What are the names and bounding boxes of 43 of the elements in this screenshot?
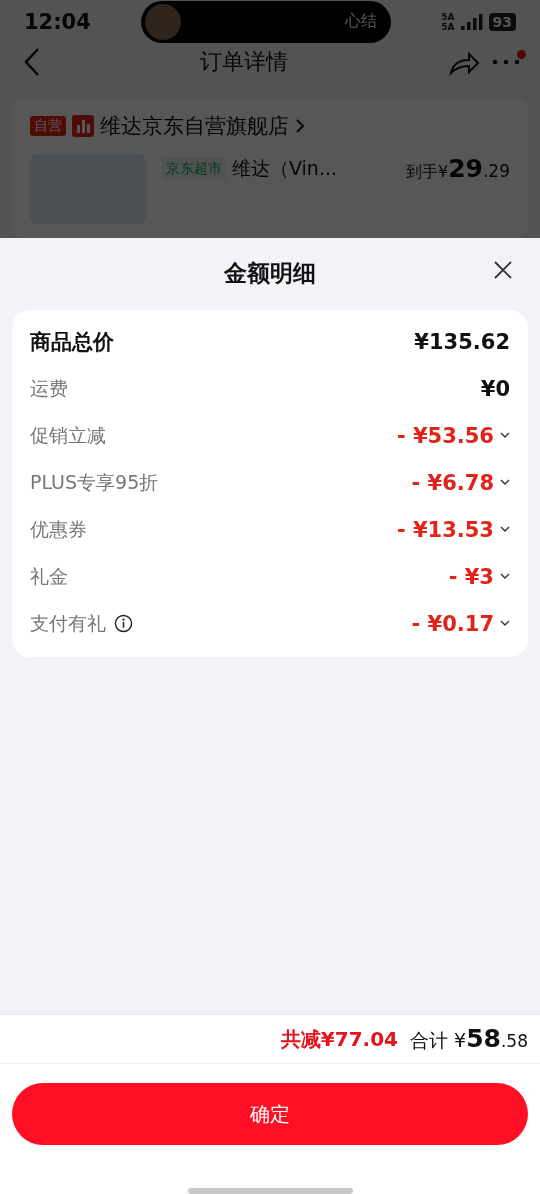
back-icon[interactable] xyxy=(24,47,40,78)
info-icon[interactable] xyxy=(114,614,133,633)
network-label: 5A xyxy=(441,11,455,22)
fee-amount: - ¥0.17 xyxy=(411,611,494,636)
close-button[interactable] xyxy=(494,261,512,279)
more-icon[interactable] xyxy=(492,58,520,67)
fee-label: 商品总价 xyxy=(30,328,114,356)
fee-label: PLUS专享95折 xyxy=(30,469,159,495)
island-text: 心结 xyxy=(345,11,378,33)
chevron-down-icon[interactable] xyxy=(500,573,510,580)
chevron-right-icon[interactable] xyxy=(295,118,305,134)
chevron-down-icon[interactable] xyxy=(500,432,510,439)
signal-icon xyxy=(460,13,483,30)
supermarket-tag: 京东超市 xyxy=(162,157,226,180)
page-title: 订单详情 xyxy=(199,48,289,77)
final-price: 到手¥29.29 xyxy=(405,154,510,183)
network-label: 5A xyxy=(441,21,455,32)
fee-amount: ¥135.62 xyxy=(414,329,510,354)
fee-amount: - ¥53.56 xyxy=(396,423,494,448)
fee-amount: - ¥3 xyxy=(448,564,494,589)
status-time: 12:04 xyxy=(24,9,91,34)
fee-label: 支付有礼 xyxy=(30,610,106,636)
fee-amount: - ¥6.78 xyxy=(411,470,494,495)
fee-amount: - ¥13.53 xyxy=(396,517,494,542)
chevron-down-icon[interactable] xyxy=(500,620,510,627)
fee-amount: ¥0 xyxy=(480,376,510,401)
avatar-placeholder xyxy=(145,3,182,40)
battery-level: 93 xyxy=(488,12,516,31)
store-name[interactable]: 维达京东自营旗舰店 xyxy=(100,112,289,140)
fee-label: 促销立减 xyxy=(30,422,106,448)
total-saved: 共减¥77.04 xyxy=(280,1025,398,1053)
fee-label: 优惠券 xyxy=(30,516,87,542)
total-amount: 合计 ¥58.58 xyxy=(410,1024,528,1054)
confirm-button[interactable]: 确定 xyxy=(12,1083,528,1145)
fee-label: 礼金 xyxy=(30,563,68,589)
dynamic-island[interactable]: 心结 xyxy=(141,0,392,43)
bar-chart-icon xyxy=(72,115,94,137)
self-operated-badge: 自营 xyxy=(30,116,66,136)
sheet-title: 金额明细 xyxy=(224,258,316,288)
product-name[interactable]: 维达（Vin... xyxy=(232,155,338,182)
chevron-down-icon[interactable] xyxy=(500,526,510,533)
chevron-down-icon[interactable] xyxy=(500,479,510,486)
fee-label: 运费 xyxy=(30,375,68,401)
